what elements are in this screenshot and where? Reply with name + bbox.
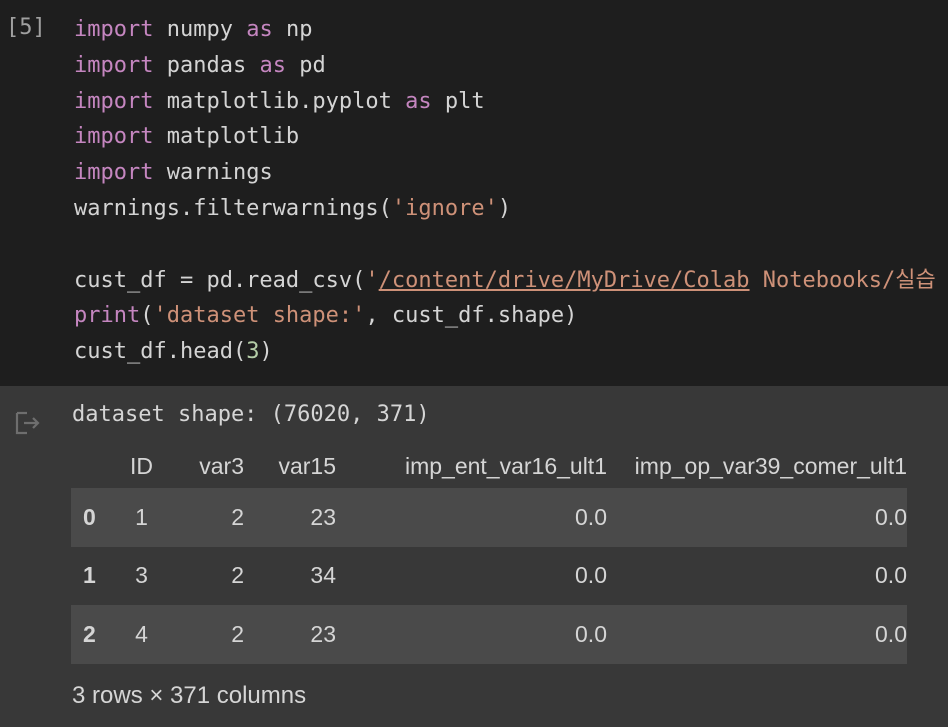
dataframe-table: ID var3 var15 imp_ent_var16_ult1 imp_op_…	[71, 444, 907, 664]
column-header: ID	[130, 452, 153, 479]
code-cell[interactable]: [5] import numpy as np import pandas as p…	[0, 0, 948, 386]
code-token: 'dataset shape:'	[153, 303, 366, 329]
table-row: 2 4 2 23 0.0 0.0	[71, 605, 907, 664]
code-token: pandas	[153, 52, 260, 78]
column-header: imp_ent_var16_ult1	[404, 452, 607, 479]
table-cell: 0.0	[875, 562, 907, 589]
code-token: np	[272, 17, 313, 42]
code-token: pd	[285, 52, 326, 78]
table-header-row: ID var3 var15 imp_ent_var16_ult1 imp_op_…	[71, 444, 907, 488]
code-line[interactable]: import numpy as np	[74, 12, 936, 48]
code-line[interactable]: import matplotlib	[74, 119, 936, 155]
code-line[interactable]: import pandas as pd	[74, 48, 936, 84]
code-token: as	[259, 52, 286, 78]
code-token: '	[365, 267, 379, 293]
column-header: var15	[278, 452, 336, 479]
code-token: import	[74, 52, 154, 78]
code-token: cust_df = pd.read_csv(	[74, 267, 366, 293]
table-row: 1 3 2 34 0.0 0.0	[71, 546, 907, 605]
code-token: as	[246, 17, 273, 42]
table-cell: 4	[135, 620, 148, 647]
code-line[interactable]	[74, 227, 936, 263]
column-header	[71, 444, 119, 488]
code-token: )	[259, 339, 273, 365]
code-token: import	[74, 124, 154, 150]
table-cell: 23	[310, 620, 336, 647]
code-token: numpy	[153, 17, 247, 42]
code-editor[interactable]: import numpy as np import pandas as pd imp…	[74, 12, 936, 370]
dataframe-shape-caption: 3 rows × 371 columns	[72, 682, 307, 709]
column-header: imp_op_var39_comer_ult1	[634, 452, 907, 479]
code-token: warnings.filterwarnings(	[74, 195, 392, 221]
execution-count[interactable]: [5]	[6, 12, 46, 44]
table-cell: 0.0	[575, 503, 607, 530]
table-cell: 2	[231, 503, 244, 530]
code-token: /content/drive/MyDrive/Colab	[378, 267, 750, 293]
column-header: var3	[199, 452, 244, 479]
code-line[interactable]: warnings.filterwarnings('ignore')	[74, 191, 936, 227]
table-cell: 1	[135, 503, 148, 530]
table-cell: 0.0	[875, 503, 907, 530]
table-cell: 0.0	[875, 620, 907, 647]
code-token: plt	[431, 88, 485, 114]
code-token: as	[405, 88, 432, 114]
code-token: print	[74, 303, 141, 329]
code-token: , cust_df.shape)	[365, 303, 578, 329]
table-cell: 2	[231, 562, 244, 589]
code-token: matplotlib	[153, 124, 300, 150]
code-token: Notebooks/실습	[749, 267, 936, 293]
code-line[interactable]: import warnings	[74, 155, 936, 191]
stdout-text: dataset shape: (76020, 371)	[72, 402, 430, 427]
notebook-cell: [5] import numpy as np import pandas as p…	[0, 0, 948, 727]
table-cell: 0.0	[575, 620, 607, 647]
table-cell: 3	[135, 562, 148, 589]
table-cell: 34	[310, 562, 336, 589]
table-cell: 2	[231, 620, 244, 647]
code-token: import	[74, 17, 154, 42]
row-index: 1	[83, 562, 96, 589]
code-line[interactable]: cust_df = pd.read_csv('/content/drive/My…	[74, 263, 936, 299]
output-redirect-icon[interactable]	[14, 410, 42, 436]
table-cell: 0.0	[575, 562, 607, 589]
code-token: import	[74, 160, 154, 186]
code-token: cust_df.head(	[74, 339, 247, 365]
row-index: 0	[83, 503, 96, 530]
code-line[interactable]: cust_df.head(3)	[74, 334, 936, 370]
code-token: 'ignore'	[391, 195, 498, 221]
code-token: )	[497, 195, 512, 221]
code-line[interactable]: import matplotlib.pyplot as plt	[74, 84, 936, 120]
output-area: dataset shape: (76020, 371) ID var3 var1…	[0, 386, 948, 727]
code-token: 3	[246, 339, 260, 365]
row-index: 2	[83, 620, 96, 647]
code-token: (	[140, 303, 154, 329]
code-token: import	[74, 88, 154, 114]
table-row: 0 1 2 23 0.0 0.0	[71, 488, 907, 547]
code-token: warnings	[153, 160, 273, 186]
table-cell: 23	[310, 503, 336, 530]
code-line[interactable]: print('dataset shape:', cust_df.shape)	[74, 298, 936, 334]
code-token: matplotlib.pyplot	[153, 88, 406, 114]
